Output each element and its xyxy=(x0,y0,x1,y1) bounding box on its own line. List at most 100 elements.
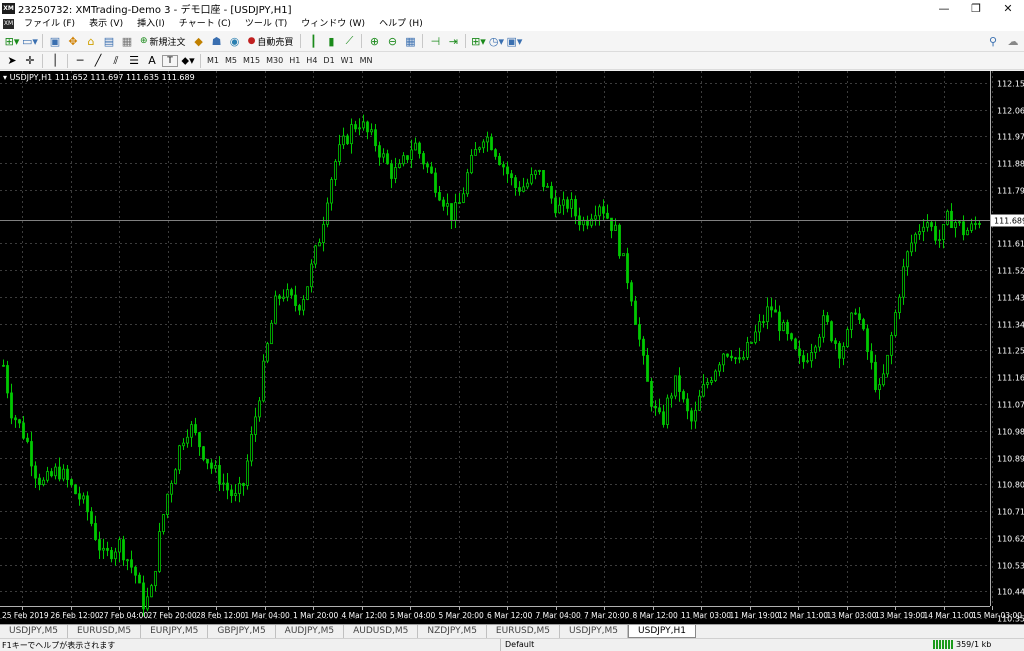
timeframe-h4[interactable]: H4 xyxy=(303,54,320,68)
toolbar-separator xyxy=(422,34,424,48)
menu-file[interactable]: ファイル (F) xyxy=(17,17,82,31)
candle-up xyxy=(938,239,941,241)
autoscroll-icon[interactable]: ⇥ xyxy=(445,33,461,50)
fibonacci-icon[interactable]: ☰ xyxy=(126,52,142,69)
candle-down xyxy=(618,224,621,257)
bar-chart-icon[interactable]: ┃ xyxy=(305,33,321,50)
chart-tab[interactable]: USDJPY,M5 xyxy=(560,625,629,638)
navigator-icon[interactable]: ⌂ xyxy=(83,33,99,50)
candle-down xyxy=(870,351,873,363)
candlestick-icon[interactable]: ▮ xyxy=(323,33,339,50)
candle-up xyxy=(538,170,541,172)
tile-windows-icon[interactable]: ▦ xyxy=(402,33,418,50)
restore-button[interactable]: ❐ xyxy=(960,0,992,17)
chart-tab[interactable]: USDJPY,M5 xyxy=(0,625,68,638)
arrows-icon[interactable]: ⬥▾ xyxy=(180,52,196,69)
candle-down xyxy=(678,375,681,392)
candle-up xyxy=(570,199,573,209)
candle-up xyxy=(246,460,249,486)
chart-tab-active[interactable]: USDJPY,H1 xyxy=(628,625,696,638)
timeframe-mn[interactable]: MN xyxy=(357,54,376,68)
text-label-icon[interactable]: T xyxy=(162,54,178,67)
chart-canvas[interactable]: 112.150 112.060 111.970 111.880 111.790 111.6… xyxy=(0,71,1024,624)
timeframe-m5[interactable]: M5 xyxy=(222,54,240,68)
chart-tab[interactable]: AUDJPY,M5 xyxy=(276,625,345,638)
candle-up xyxy=(302,299,305,311)
new-order-icon: ⊕ xyxy=(140,36,148,46)
new-order-button[interactable]: ⊕ 新規注文 xyxy=(137,33,189,50)
candle-down xyxy=(978,223,981,225)
auto-trading-button[interactable]: ● 自動売買 xyxy=(245,33,297,50)
periods-icon[interactable]: ◷▾ xyxy=(488,33,504,50)
candle-up xyxy=(266,343,269,362)
candle-down xyxy=(874,361,877,390)
chart-tab[interactable]: NZDJPY,M5 xyxy=(418,625,487,638)
time-axis-label: 4 Mar 12:00 xyxy=(342,611,388,620)
document-icon[interactable]: XM xyxy=(3,19,14,29)
horizontal-line-icon[interactable]: ─ xyxy=(72,52,88,69)
candle-down xyxy=(490,136,493,151)
candle-down xyxy=(574,199,577,217)
market-icon[interactable]: ◉ xyxy=(227,33,243,50)
candle-up xyxy=(706,382,709,385)
chart-tab[interactable]: EURUSD,M5 xyxy=(68,625,142,638)
candle-up xyxy=(250,434,253,462)
candle-down xyxy=(566,199,569,209)
channel-icon[interactable]: ⫽ xyxy=(108,52,124,69)
menu-window[interactable]: ウィンドウ (W) xyxy=(294,17,372,31)
metaeditor-icon[interactable]: ◆ xyxy=(191,33,207,50)
chart-tab[interactable]: EURJPY,M5 xyxy=(141,625,209,638)
chat-icon[interactable]: ☁ xyxy=(1005,33,1021,50)
timeframe-w1[interactable]: W1 xyxy=(338,54,357,68)
line-chart-icon[interactable]: ⟋ xyxy=(341,33,357,50)
indicators-icon[interactable]: ⊞▾ xyxy=(470,33,486,50)
chart-tab[interactable]: EURUSD,M5 xyxy=(487,625,561,638)
timeframe-d1[interactable]: D1 xyxy=(320,54,337,68)
search-icon[interactable]: ⚲ xyxy=(985,33,1001,50)
terminal-icon[interactable]: ▤ xyxy=(101,33,117,50)
cursor-icon[interactable]: ➤ xyxy=(4,52,20,69)
market-watch-icon[interactable]: ▣ xyxy=(47,33,63,50)
menu-tools[interactable]: ツール (T) xyxy=(238,17,294,31)
timeframe-h1[interactable]: H1 xyxy=(286,54,303,68)
templates-icon[interactable]: ▣▾ xyxy=(506,33,522,50)
minimize-button[interactable]: — xyxy=(928,0,960,17)
candle-up xyxy=(146,596,149,610)
standard-toolbar: ⊞▾ ▭▾ ▣ ✥ ⌂ ▤ ▦ ⊕ 新規注文 ◆ ☗ ◉ ● 自動売買 ┃ ▮ ⟋ … xyxy=(0,31,1024,52)
price-chart[interactable]: 112.150 112.060 111.970 111.880 111.790 111.6… xyxy=(0,71,1024,624)
menu-insert[interactable]: 挿入(I) xyxy=(130,17,172,31)
candle-down xyxy=(630,282,633,302)
zoom-out-icon[interactable]: ⊖ xyxy=(384,33,400,50)
chart-shift-icon[interactable]: ⊣ xyxy=(427,33,443,50)
candle-down xyxy=(98,539,101,551)
menu-view[interactable]: 表示 (V) xyxy=(82,17,130,31)
vertical-line-icon[interactable]: │ xyxy=(47,52,63,69)
chart-tab[interactable]: GBPJPY,M5 xyxy=(208,625,276,638)
menu-chart[interactable]: チャート (C) xyxy=(172,17,238,31)
toolbar-separator xyxy=(465,34,467,48)
crosshair-icon[interactable]: ✛ xyxy=(22,52,38,69)
data-window-icon[interactable]: ✥ xyxy=(65,33,81,50)
profiles-icon[interactable]: ▭▾ xyxy=(22,33,38,50)
price-axis-label: 111.340 xyxy=(997,321,1024,330)
candle-up xyxy=(530,174,533,184)
timeframe-m30[interactable]: M30 xyxy=(263,54,286,68)
close-button[interactable]: ✕ xyxy=(992,0,1024,17)
trendline-icon[interactable]: ╱ xyxy=(90,52,106,69)
candle-up xyxy=(562,199,565,206)
signals-icon[interactable]: ☗ xyxy=(209,33,225,50)
timeframe-m1[interactable]: M1 xyxy=(204,54,222,68)
price-axis-label: 111.250 xyxy=(997,347,1024,356)
menu-help[interactable]: ヘルプ (H) xyxy=(372,17,430,31)
new-chart-icon[interactable]: ⊞▾ xyxy=(4,33,20,50)
zoom-in-icon[interactable]: ⊕ xyxy=(366,33,382,50)
candle-down xyxy=(6,365,9,394)
candle-down xyxy=(442,199,445,207)
timeframe-m15[interactable]: M15 xyxy=(240,54,263,68)
candle-up xyxy=(154,570,157,587)
candle-up xyxy=(362,121,365,129)
strategy-tester-icon[interactable]: ▦ xyxy=(119,33,135,50)
chart-tab[interactable]: AUDUSD,M5 xyxy=(344,625,419,638)
text-tool-icon[interactable]: A xyxy=(144,52,160,69)
candle-up xyxy=(414,142,417,151)
